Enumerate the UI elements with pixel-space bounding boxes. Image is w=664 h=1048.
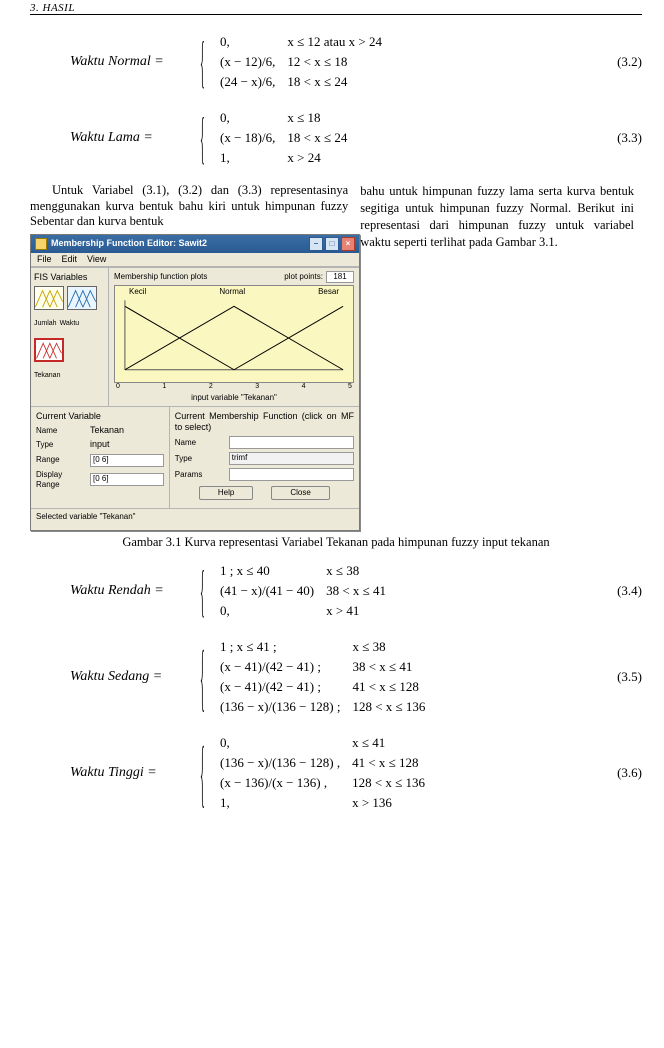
mf-name-kecil: Kecil xyxy=(129,287,146,297)
input-var-jumlah[interactable] xyxy=(34,286,64,310)
current-variable-title: Current Variable xyxy=(36,411,164,422)
cmf-params-label: Params xyxy=(175,470,223,480)
eq-label: Waktu Lama = xyxy=(30,130,200,146)
running-head: 3. HASIL xyxy=(30,0,642,15)
eq-number: (3.6) xyxy=(594,765,642,781)
equation-3-3: Waktu Lama = { 0,x ≤ 18 (x − 18)/6,18 < … xyxy=(30,107,642,169)
eq-label: Waktu Sedang = xyxy=(30,669,200,685)
membership-function-editor: Membership Function Editor: Sawit2 – □ ×… xyxy=(30,234,360,532)
plot-points-input[interactable]: 181 xyxy=(326,271,354,283)
equation-3-4: Waktu Rendah = { 1 ; x ≤ 40x ≤ 38 (41 − … xyxy=(30,560,642,622)
plot-header: Membership function plots xyxy=(114,272,207,282)
membership-plot[interactable]: Kecil Normal Besar xyxy=(114,285,354,383)
cv-display-range-input[interactable]: [0 6] xyxy=(90,473,164,486)
output-var-placeholder[interactable] xyxy=(67,286,97,310)
eq-number: (3.3) xyxy=(594,130,642,146)
equation-3-5: Waktu Sedang = { 1 ; x ≤ 41 ;x ≤ 38 (x −… xyxy=(30,636,642,718)
help-button[interactable]: Help xyxy=(199,486,253,500)
close-panel-button[interactable]: Close xyxy=(271,486,329,500)
fis-variables-panel: FIS Variables Jumlah Waktu xyxy=(31,268,109,406)
app-icon xyxy=(35,238,47,250)
window-titlebar: Membership Function Editor: Sawit2 – □ × xyxy=(31,235,359,253)
plot-points-label: plot points: xyxy=(284,272,323,282)
paragraph-left: Untuk Variabel (3.1), (3.2) dan (3.3) re… xyxy=(30,183,348,230)
xtick: 5 xyxy=(348,383,352,392)
var-label-waktu: Waktu xyxy=(60,312,80,336)
paragraph-block: Untuk Variabel (3.1), (3.2) dan (3.3) re… xyxy=(30,183,642,531)
eq-label: Waktu Tinggi = xyxy=(30,765,200,781)
figure-caption: Gambar 3.1 Kurva representasi Variabel T… xyxy=(121,535,551,550)
xtick: 2 xyxy=(209,383,213,392)
mf-name-normal: Normal xyxy=(219,287,245,297)
xtick: 4 xyxy=(302,383,306,392)
eq-number: (3.2) xyxy=(594,54,642,70)
cv-display-range-label: Display Range xyxy=(36,470,84,490)
input-var-tekanan-selected[interactable] xyxy=(34,338,64,362)
minimize-button[interactable]: – xyxy=(309,237,323,251)
cv-type-value: input xyxy=(90,439,110,450)
cv-type-label: Type xyxy=(36,440,84,450)
eq-label: Waktu Rendah = xyxy=(30,583,200,599)
paragraph-right: bahu untuk himpunan fuzzy lama serta kur… xyxy=(360,183,634,251)
cmf-name-label: Name xyxy=(175,438,223,448)
eq-label: Waktu Normal = xyxy=(30,54,200,70)
equation-3-6: Waktu Tinggi = { 0,x ≤ 41 (136 − x)/(136… xyxy=(30,732,642,814)
menu-file[interactable]: File xyxy=(37,254,52,265)
cmf-type-label: Type xyxy=(175,454,223,464)
xtick: 3 xyxy=(255,383,259,392)
status-bar: Selected variable "Tekanan" xyxy=(31,508,359,530)
close-button[interactable]: × xyxy=(341,237,355,251)
fis-variables-title: FIS Variables xyxy=(34,272,105,283)
cv-name-value: Tekanan xyxy=(90,425,124,436)
cv-range-label: Range xyxy=(36,455,84,465)
menu-edit[interactable]: Edit xyxy=(62,254,78,265)
maximize-button[interactable]: □ xyxy=(325,237,339,251)
xtick: 0 xyxy=(116,383,120,392)
var-label-tekanan: Tekanan xyxy=(34,364,105,388)
var-label-jumlah: Jumlah xyxy=(34,312,57,336)
menu-view[interactable]: View xyxy=(87,254,106,265)
current-variable-panel: Current Variable Name Tekanan Type input R… xyxy=(31,407,169,509)
mf-name-besar: Besar xyxy=(318,287,339,297)
x-axis-label: input variable "Tekanan" xyxy=(114,392,354,406)
current-mf-panel: Current Membership Function (click on MF… xyxy=(169,407,359,509)
cv-name-label: Name xyxy=(36,426,84,436)
equation-3-2: Waktu Normal = { 0,x ≤ 12 atau x > 24 (x… xyxy=(30,31,642,93)
cmf-name-input[interactable] xyxy=(229,436,354,449)
menu-bar: File Edit View xyxy=(31,253,359,267)
eq-number: (3.5) xyxy=(594,669,642,685)
cv-range-input[interactable]: [0 6] xyxy=(90,454,164,467)
current-mf-title: Current Membership Function (click on MF… xyxy=(175,411,354,434)
window-title: Membership Function Editor: Sawit2 xyxy=(51,238,309,249)
xtick: 1 xyxy=(162,383,166,392)
cmf-params-input[interactable] xyxy=(229,468,354,481)
eq-number: (3.4) xyxy=(594,583,642,599)
cmf-type-select[interactable]: trimf xyxy=(229,452,354,465)
